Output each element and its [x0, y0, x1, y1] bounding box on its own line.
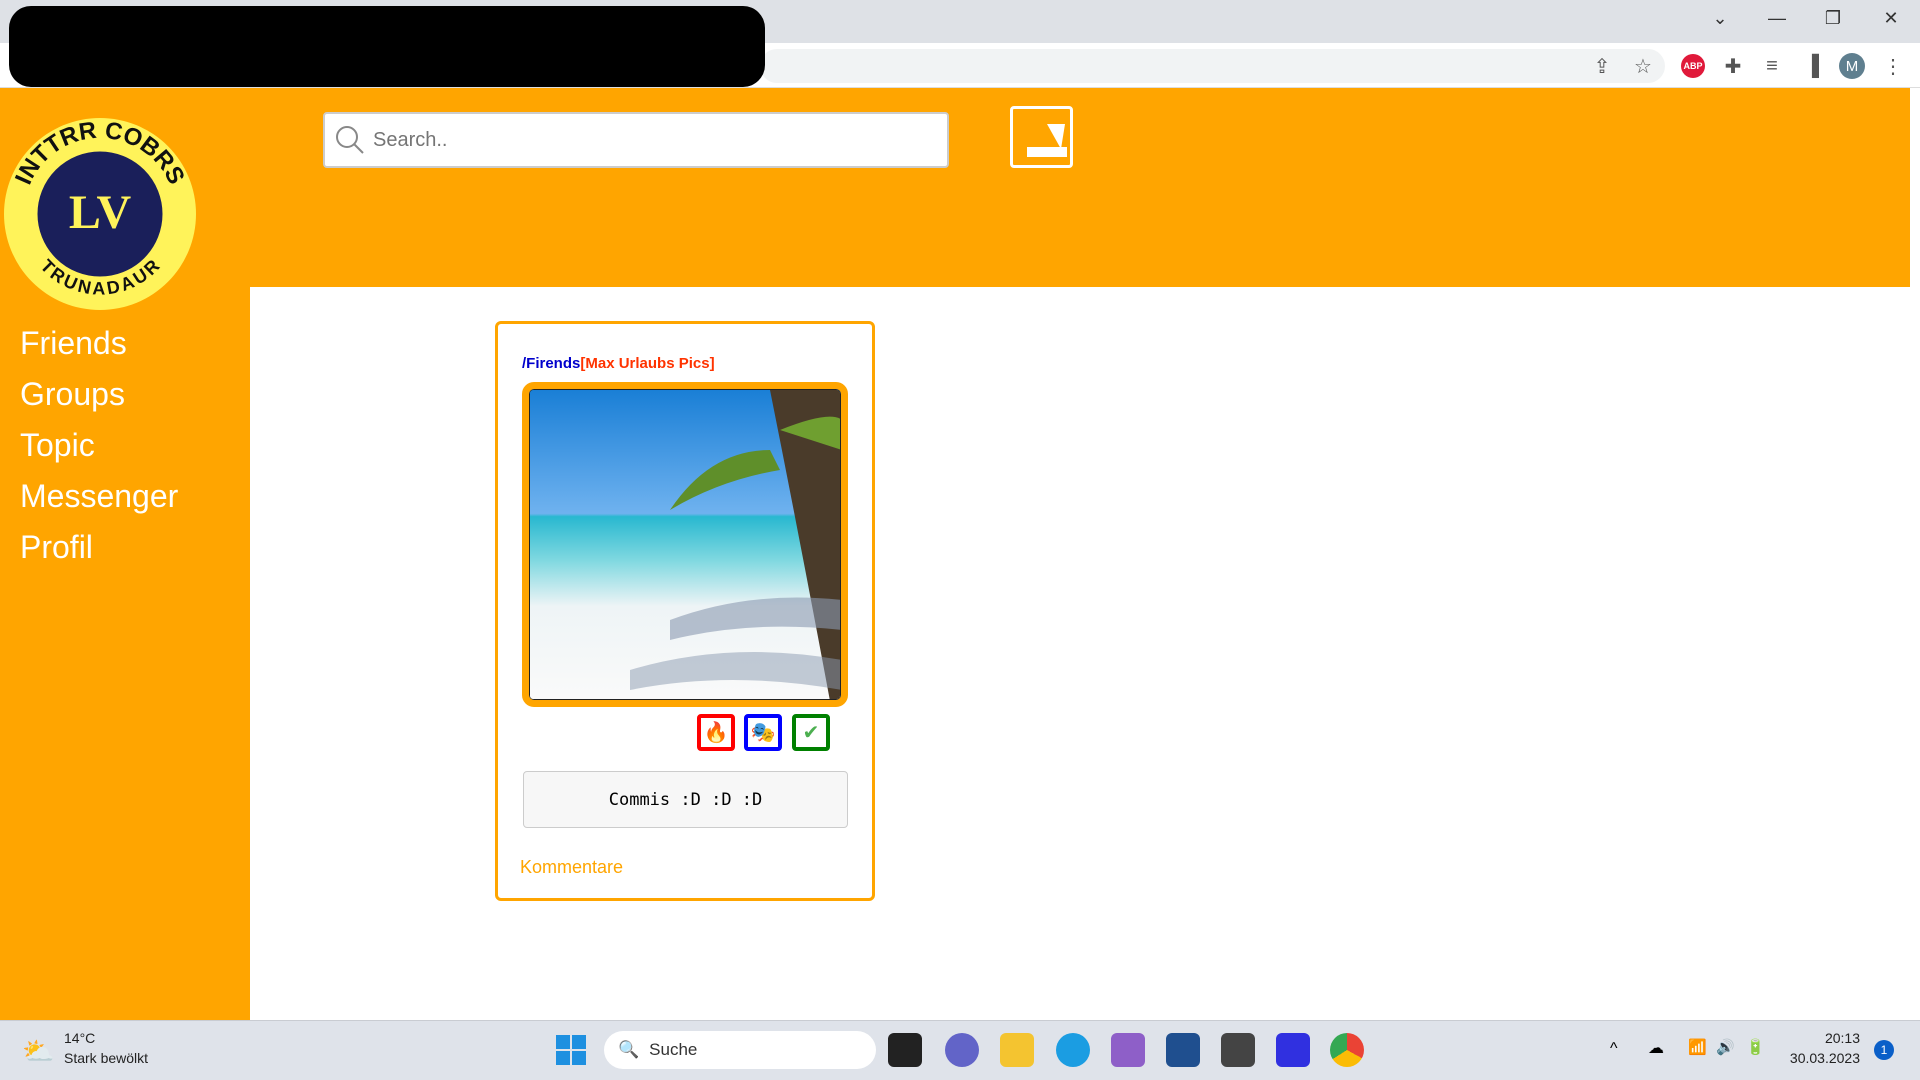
windows-icon: [556, 1035, 586, 1065]
search-icon: [336, 126, 364, 154]
comment-box: Commis :D :D :D: [523, 771, 848, 828]
logo-monogram: LV: [69, 186, 132, 239]
tab-search-button[interactable]: ⌄: [1700, 8, 1740, 29]
download-icon: [1027, 124, 1067, 157]
side-panel-icon[interactable]: ▐: [1798, 52, 1826, 80]
weather-desc[interactable]: Stark bewölkt: [64, 1050, 148, 1066]
onedrive-icon[interactable]: ☁: [1648, 1038, 1664, 1058]
sidebar-item-messenger[interactable]: Messenger: [20, 478, 178, 515]
clock-date[interactable]: 30.03.2023: [1780, 1050, 1860, 1066]
address-bar[interactable]: [760, 49, 1665, 83]
weather-temp[interactable]: 14°C: [64, 1030, 95, 1046]
sidebar-item-topic[interactable]: Topic: [20, 427, 95, 464]
post-title: [Max Urlaubs Pics]: [580, 355, 715, 372]
upload-button[interactable]: [1010, 106, 1073, 168]
site-logo[interactable]: LV INTTRR COBRS TRUNADAUR: [2, 116, 198, 312]
minimize-button[interactable]: —: [1757, 8, 1797, 29]
star-icon[interactable]: ☆: [1629, 52, 1657, 80]
post-breadcrumb: /Firends[Max Urlaubs Pics]: [522, 355, 715, 372]
ms-store-icon[interactable]: [1166, 1033, 1200, 1067]
task-view-icon[interactable]: [888, 1033, 922, 1067]
adblock-label: ABP: [1681, 54, 1705, 78]
avatar-letter: M: [1839, 53, 1865, 79]
search-input[interactable]: [373, 128, 933, 152]
beach-photo: [529, 389, 841, 700]
clock-time[interactable]: 20:13: [1780, 1030, 1860, 1046]
taskbar-search[interactable]: 🔍 Suche: [604, 1031, 876, 1069]
media-icon[interactable]: ≡: [1758, 52, 1786, 80]
menu-icon[interactable]: ⋮: [1879, 52, 1907, 80]
restore-button[interactable]: ❐: [1813, 8, 1853, 29]
redacted-area: [9, 6, 765, 87]
taskbar-search-label: Suche: [649, 1040, 698, 1059]
volume-icon[interactable]: 🔊: [1716, 1038, 1735, 1056]
extensions-icon[interactable]: ✚: [1719, 52, 1747, 80]
comments-link[interactable]: Kommentare: [520, 857, 623, 878]
battery-icon[interactable]: 🔋: [1746, 1038, 1765, 1056]
post-image[interactable]: [522, 382, 848, 707]
app-icon[interactable]: [1221, 1033, 1255, 1067]
wifi-icon[interactable]: 📶: [1688, 1038, 1707, 1056]
search-box[interactable]: [323, 112, 949, 168]
check-icon: ✔: [802, 722, 820, 744]
masks-reaction-button[interactable]: 🎭: [744, 714, 782, 751]
fire-icon: 🔥: [703, 722, 729, 744]
edge-icon[interactable]: [1056, 1033, 1090, 1067]
file-explorer-icon[interactable]: [1000, 1033, 1034, 1067]
share-icon[interactable]: ⇪: [1588, 52, 1616, 80]
teams-chat-icon[interactable]: [945, 1033, 979, 1067]
site-header: [0, 88, 1910, 287]
sidebar-item-groups[interactable]: Groups: [20, 376, 125, 413]
search-icon: 🔍: [618, 1040, 640, 1059]
adblock-icon[interactable]: ABP: [1679, 52, 1707, 80]
start-button[interactable]: [554, 1033, 588, 1067]
breadcrumb-path[interactable]: /Firends: [522, 355, 580, 372]
check-reaction-button[interactable]: ✔: [792, 714, 830, 751]
chrome-icon[interactable]: [1330, 1033, 1364, 1067]
chevron-up-icon[interactable]: ^: [1610, 1040, 1618, 1058]
app2-icon[interactable]: [1276, 1033, 1310, 1067]
masks-icon: 🎭: [750, 722, 776, 744]
sidebar-item-profil[interactable]: Profil: [20, 529, 93, 566]
profile-avatar[interactable]: M: [1838, 52, 1866, 80]
weather-icon[interactable]: ⛅: [22, 1036, 54, 1067]
close-button[interactable]: ✕: [1871, 8, 1911, 29]
visual-studio-icon[interactable]: [1111, 1033, 1145, 1067]
sidebar-item-friends[interactable]: Friends: [20, 325, 127, 362]
notification-badge[interactable]: 1: [1874, 1040, 1894, 1060]
fire-reaction-button[interactable]: 🔥: [697, 714, 735, 751]
